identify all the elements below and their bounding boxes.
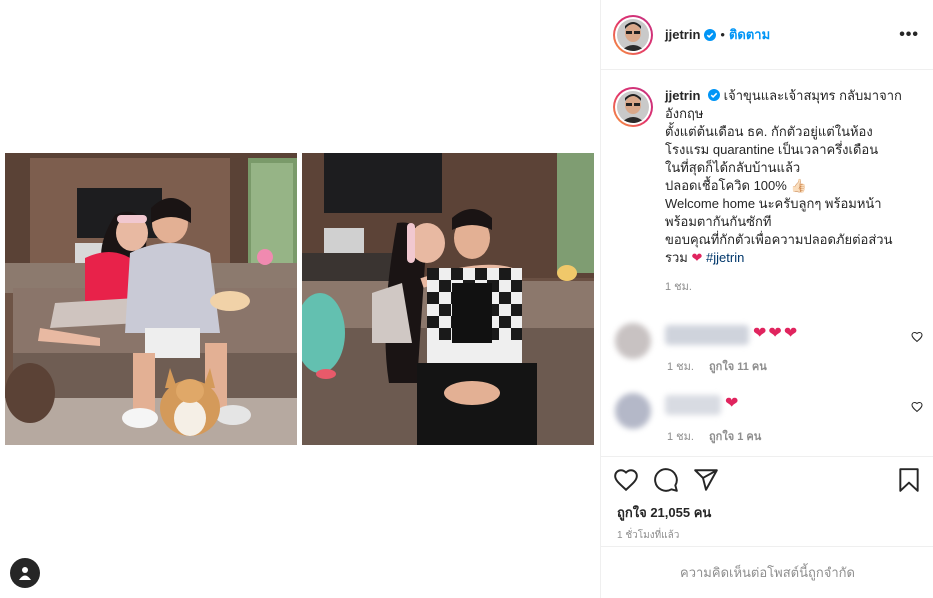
photo-left-image — [5, 153, 297, 445]
heart-emoji: ❤ — [691, 250, 703, 265]
action-icon-row — [613, 467, 719, 493]
caption-avatar-image — [617, 91, 649, 123]
post-actions: ถูกใจ 21,055 คน 1 ชั่วโมงที่แล้ว — [601, 456, 933, 546]
speech-bubble-icon[interactable] — [653, 467, 679, 493]
caption-timestamp: 1 ชม. — [665, 281, 692, 293]
thumbs-up-emoji: 👍🏻 — [790, 178, 807, 193]
caption-line: ขอบคุณที่กักตัวเพื่อความปลอดภัยต่อส่วน — [665, 232, 893, 247]
post-photo-right[interactable] — [302, 153, 594, 445]
caption-line: ในที่สุดก็ได้กลับบ้านแล้ว — [665, 160, 801, 175]
author-avatar[interactable] — [613, 14, 653, 55]
caption-line: ตั้งแต่ต้นเดือน ธค. กักตัวอยู่แต่ในห้อง — [665, 124, 873, 139]
post-media-area — [0, 0, 600, 598]
commenter-avatar[interactable] — [615, 393, 651, 429]
comment-meta: 1 ชม. ถูกใจ 11 คน — [667, 357, 767, 375]
comment-time: 1 ชม. — [667, 431, 694, 443]
post-side-panel: jjetrin • ติดตาม ••• jjetrin เจ้าขุนและเ… — [600, 0, 933, 598]
profile-button[interactable] — [10, 558, 40, 588]
commenter-name-redacted[interactable] — [665, 325, 749, 345]
caption-username[interactable]: jjetrin — [665, 88, 700, 103]
verified-badge-icon — [704, 28, 717, 41]
post-caption: jjetrin เจ้าขุนและเจ้าสมุทร กลับมาจาก อั… — [613, 87, 920, 267]
small-heart-icon[interactable] — [911, 331, 923, 343]
small-heart-icon[interactable] — [911, 401, 923, 413]
comment-text: ❤❤❤ — [753, 325, 800, 342]
comments-section: jjetrin เจ้าขุนและเจ้าสมุทร กลับมาจาก อั… — [601, 71, 933, 456]
caption-author-avatar[interactable] — [613, 87, 653, 127]
caption-line: อังกฤษ — [665, 106, 704, 121]
caption-line: พร้อมตากันกันซักที — [665, 214, 772, 229]
hashtag-link[interactable]: #jjetrin — [706, 250, 744, 265]
caption-line: ปลอดเชื้อโควิด 100% — [665, 178, 787, 193]
heart-outline-icon[interactable] — [613, 467, 639, 493]
bookmark-icon — [899, 468, 919, 492]
user-icon — [19, 567, 31, 580]
follow-button[interactable]: ติดตาม — [729, 24, 770, 45]
author-avatar-image — [617, 18, 649, 51]
commenter-avatar[interactable] — [615, 323, 651, 359]
likes-count[interactable]: ถูกใจ 21,055 คน — [617, 502, 711, 523]
post-photo-left[interactable] — [5, 153, 297, 445]
paper-plane-icon[interactable] — [693, 467, 719, 493]
post-timestamp: 1 ชั่วโมงที่แล้ว — [617, 530, 680, 541]
post-header: jjetrin • ติดตาม ••• — [601, 0, 933, 70]
caption-verified-badge-icon — [708, 89, 721, 101]
comment-likes[interactable]: ถูกใจ 11 คน — [709, 361, 767, 373]
comment-time: 1 ชม. — [667, 361, 694, 373]
comment-likes[interactable]: ถูกใจ 1 คน — [709, 431, 761, 443]
save-button[interactable] — [896, 467, 922, 493]
caption-text: jjetrin เจ้าขุนและเจ้าสมุทร กลับมาจาก อั… — [665, 87, 905, 267]
comment-text: ❤ — [725, 395, 741, 412]
separator-dot: • — [720, 27, 725, 42]
photo-right-image — [302, 153, 594, 445]
more-options-icon[interactable]: ••• — [899, 26, 919, 44]
commenter-name-redacted[interactable] — [665, 395, 721, 415]
author-username[interactable]: jjetrin — [665, 27, 700, 42]
caption-line: Welcome home นะครับลูกๆ พร้อมหน้า — [665, 196, 882, 211]
comments-limited-notice: ความคิดเห็นต่อโพสต์นี้ถูกจำกัด — [601, 546, 933, 598]
caption-line: รวม — [665, 250, 688, 265]
caption-line: โรงแรม quarantine เป็นเวลาครึ่งเดือน — [665, 142, 879, 157]
comment-meta: 1 ชม. ถูกใจ 1 คน — [667, 427, 761, 445]
caption-line: เจ้าขุนและเจ้าสมุทร กลับมาจาก — [723, 88, 902, 103]
